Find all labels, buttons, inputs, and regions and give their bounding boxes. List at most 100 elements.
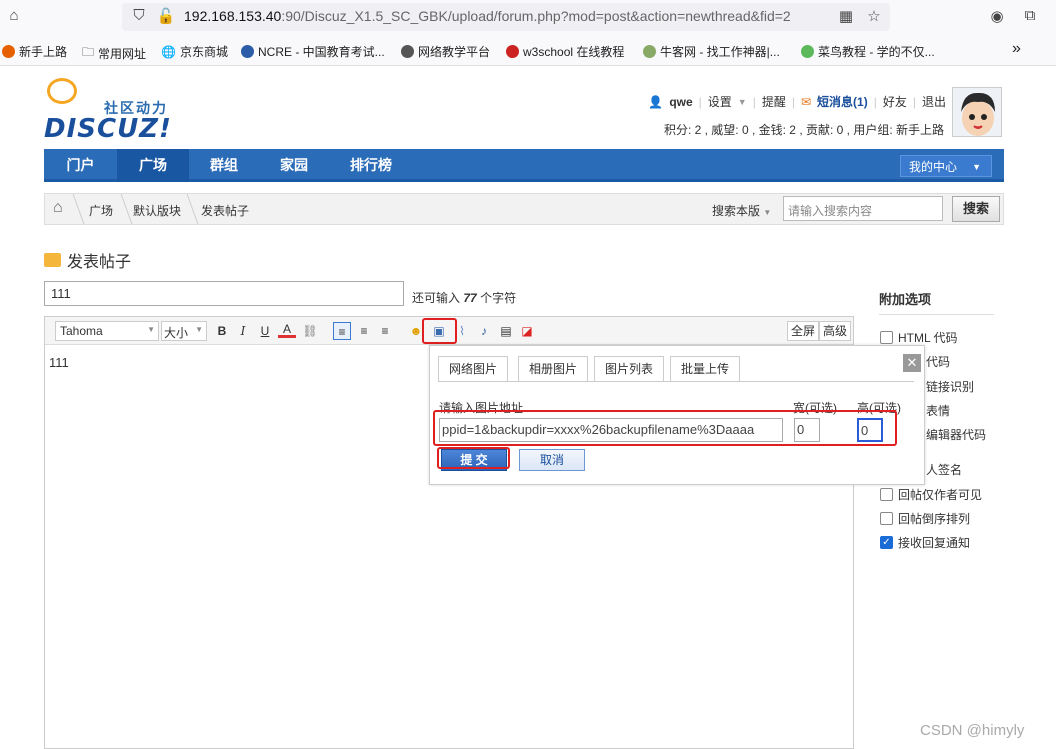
bookmark-item[interactable]: 🗀 常用网址 xyxy=(82,43,146,64)
chevron-down-icon: ▼ xyxy=(763,208,772,217)
advanced-button[interactable]: 高级 xyxy=(819,321,852,341)
inputs-highlight xyxy=(433,410,897,446)
shield-icon[interactable]: ⛉ xyxy=(129,7,149,24)
bookmark-item[interactable]: 新手上路 xyxy=(2,43,67,60)
settings-link[interactable]: 设置 xyxy=(708,93,732,110)
avatar[interactable] xyxy=(952,87,1002,137)
nav-portal[interactable]: 门户 xyxy=(44,149,117,182)
nav-group[interactable]: 群组 xyxy=(189,149,259,182)
more-bookmarks-icon[interactable]: » xyxy=(1012,40,1021,58)
globe-icon xyxy=(401,45,414,58)
my-center-label: 我的中心 xyxy=(909,160,958,174)
bookmark-item[interactable]: NCRE - 中国教育考试... xyxy=(241,43,385,60)
option-author-only[interactable]: 回帖仅作者可见 xyxy=(880,486,982,503)
divider: | xyxy=(698,94,702,109)
pm-link[interactable]: 短消息(1) xyxy=(817,93,868,110)
crumb-board[interactable]: 默认版块 xyxy=(133,202,181,219)
w3school-icon xyxy=(506,45,519,58)
star-icon[interactable]: ☆ xyxy=(864,7,884,25)
divider xyxy=(879,314,994,315)
nav-home[interactable]: 家园 xyxy=(259,149,329,182)
search-button[interactable]: 搜索 xyxy=(952,196,1000,222)
search-scope-select[interactable]: 搜索本版 ▼ xyxy=(712,202,771,219)
nav-ranklist[interactable]: 排行榜 xyxy=(329,149,413,182)
crumb-current: 发表帖子 xyxy=(201,204,250,218)
page-title: 发表帖子 xyxy=(44,248,131,272)
editor-content[interactable]: 111 xyxy=(49,355,69,370)
ncre-icon xyxy=(241,45,254,58)
user-bar: 👤 qwe | 设置 ▼ | 提醒 | ✉ 短消息(1) | 好友 | 退出 xyxy=(648,93,946,110)
italic-icon[interactable]: I xyxy=(234,322,252,340)
align-center-icon[interactable]: ≡ xyxy=(355,322,373,340)
bookmark-item[interactable]: 🌐 京东商城 xyxy=(161,43,228,60)
logout-link[interactable]: 退出 xyxy=(922,93,946,110)
option-code[interactable]: 代码 xyxy=(926,353,950,370)
flash-icon[interactable]: ◪ xyxy=(518,322,536,340)
font-select[interactable]: Tahoma ▼ xyxy=(55,321,159,341)
logo[interactable]: DISCUZ! xyxy=(44,114,172,144)
credit-line: 积分: 2 , 威望: 0 , 金钱: 2 , 贡献: 0 , 用户组: 新手上… xyxy=(663,123,944,137)
video-icon[interactable]: ▤ xyxy=(497,322,515,340)
checkbox[interactable] xyxy=(880,331,893,344)
font-color-icon[interactable]: A xyxy=(278,322,296,338)
nav-forum[interactable]: 广场 xyxy=(117,149,189,182)
extensions-icon[interactable]: ⧉ xyxy=(1020,7,1040,24)
tab-batch-upload[interactable]: 批量上传 xyxy=(670,356,741,381)
checkbox[interactable] xyxy=(880,488,893,501)
url-text[interactable]: 192.168.153.40:90/Discuz_X1.5_SC_GBK/upl… xyxy=(184,8,791,24)
runoob-icon xyxy=(801,45,814,58)
chevron-down-icon: ▼ xyxy=(147,325,155,334)
cancel-button[interactable]: 取消 xyxy=(519,449,585,471)
chevron-down-icon: ▼ xyxy=(737,96,747,107)
qr-code-icon[interactable]: ▦ xyxy=(836,7,856,25)
insecure-lock-icon[interactable]: 🔓 xyxy=(156,7,176,25)
tab-web-image[interactable]: 网络图片 xyxy=(438,356,509,382)
close-icon[interactable]: ✕ xyxy=(903,354,921,372)
tab-album-image[interactable]: 相册图片 xyxy=(518,356,589,381)
option-link[interactable]: 链接识别 xyxy=(926,378,974,395)
option-reverse-order[interactable]: 回帖倒序排列 xyxy=(880,510,970,527)
divider xyxy=(63,194,85,224)
divider xyxy=(111,194,133,224)
my-center-button[interactable]: 我的中心 ▼ xyxy=(900,155,992,177)
remind-link[interactable]: 提醒 xyxy=(762,93,786,110)
option-reply-notify[interactable]: ✓ 接收回复通知 xyxy=(880,534,970,551)
checkbox[interactable] xyxy=(880,512,893,525)
browser-address-bar: ⌂ ⛉ 🔓 192.168.153.40:90/Discuz_X1.5_SC_G… xyxy=(0,0,1056,34)
home-icon[interactable]: ⌂ xyxy=(53,199,63,217)
friends-link[interactable]: 好友 xyxy=(883,93,907,110)
nowcoder-icon xyxy=(643,45,656,58)
bookmark-item[interactable]: 菜鸟教程 - 学的不仅... xyxy=(801,43,935,60)
main-nav: 门户 广场 群组 家园 排行榜 xyxy=(44,149,1004,182)
bookmark-item[interactable]: w3school 在线教程 xyxy=(506,43,624,60)
home-icon[interactable]: ⌂ xyxy=(4,7,24,24)
divider: | xyxy=(791,94,795,109)
option-smilies[interactable]: 表情 xyxy=(926,402,950,419)
bookmark-item[interactable]: 牛客网 - 找工作神器|... xyxy=(643,43,780,60)
underline-icon[interactable]: U xyxy=(256,322,274,340)
option-html[interactable]: HTML 代码 xyxy=(880,329,958,346)
option-editor-code[interactable]: 编辑器代码 xyxy=(926,426,986,443)
tab-divider xyxy=(438,381,914,382)
option-signature[interactable]: 人签名 xyxy=(926,461,962,478)
username-link[interactable]: qwe xyxy=(669,95,692,109)
fullscreen-button[interactable]: 全屏 xyxy=(787,321,820,341)
crumb-forum[interactable]: 广场 xyxy=(89,202,113,219)
align-left-icon[interactable]: ≡ xyxy=(333,322,351,340)
link-icon[interactable]: ⛓ xyxy=(301,322,319,340)
logo-bubble-icon xyxy=(47,78,77,104)
tab-image-list[interactable]: 图片列表 xyxy=(594,356,665,381)
music-icon[interactable]: ♪ xyxy=(475,322,493,340)
subject-input[interactable]: 111 xyxy=(44,281,404,306)
size-select[interactable]: 大小 ▼ xyxy=(161,321,207,341)
bold-icon[interactable]: B xyxy=(213,322,231,340)
globe-icon: 🌐 xyxy=(161,44,176,59)
search-input[interactable]: 请输入搜索内容 xyxy=(783,196,943,221)
bookmark-item[interactable]: 网络教学平台 xyxy=(401,43,490,60)
account-icon[interactable]: ◉ xyxy=(987,7,1007,25)
image-button-highlight xyxy=(422,318,457,344)
remain-count: 还可输入 77 个字符 xyxy=(412,291,517,305)
checkbox-checked[interactable]: ✓ xyxy=(880,536,893,549)
align-right-icon[interactable]: ≡ xyxy=(376,322,394,340)
divider: | xyxy=(752,94,756,109)
